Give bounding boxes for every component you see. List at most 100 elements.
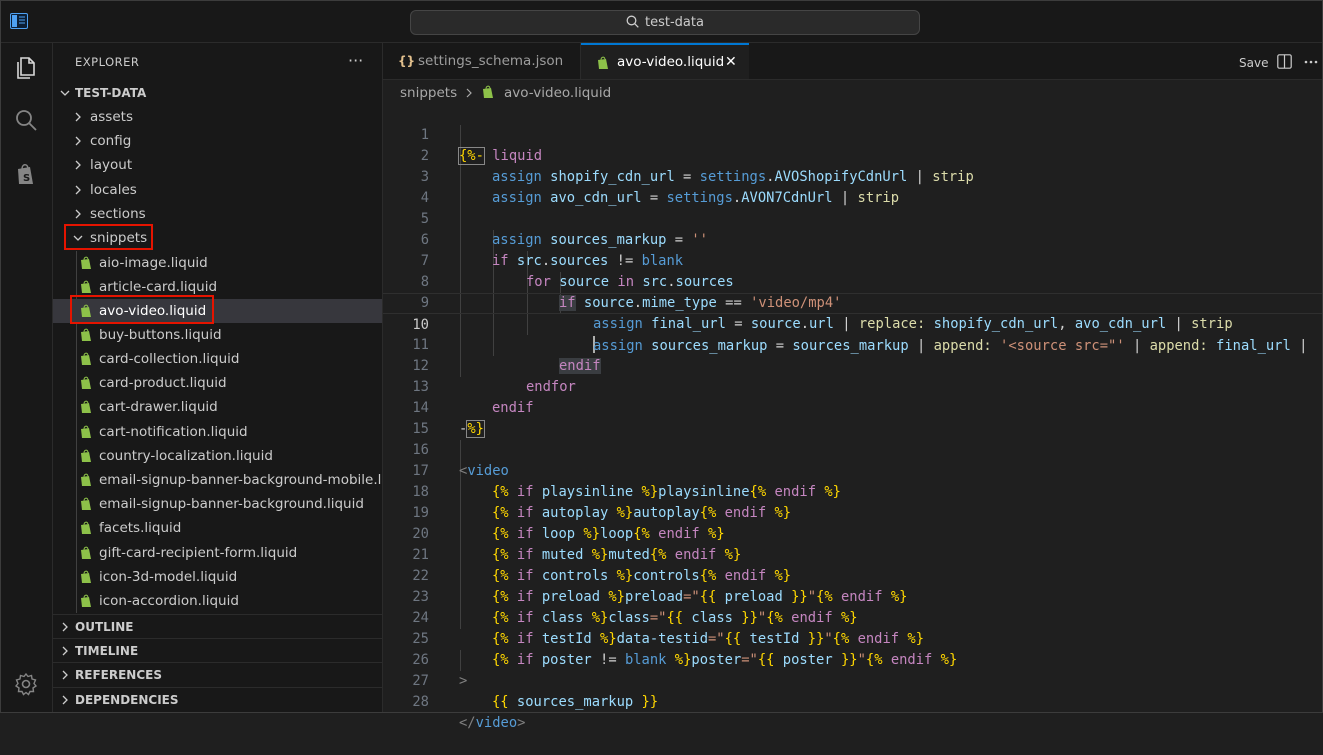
shopify-liquid-file-icon [81,521,91,534]
line-number: 28 [412,694,429,710]
tree-folder-assets[interactable]: assets [53,105,382,129]
tree-file[interactable]: icon-3d-model.liquid [53,565,382,589]
folder-label: sections [90,206,146,222]
section-dependencies[interactable]: DEPENDENCIES [53,687,382,711]
chevron-right-icon [62,695,68,705]
search-text: test-data [645,15,704,30]
root-folder-label: TEST-DATA [75,86,147,100]
tree-file[interactable]: cart-notification.liquid [53,420,382,444]
tree-folder-locales[interactable]: locales [53,178,382,202]
file-label: gift-card-recipient-form.liquid [99,545,298,561]
close-icon[interactable]: ✕ [725,45,737,79]
svg-text:S: S [23,173,30,184]
section-outline[interactable]: OUTLINE [53,614,382,638]
code-line: 7 for source in src.sources [383,230,1323,290]
folder-label: config [90,133,132,149]
breadcrumb-file[interactable]: avo-video.liquid [504,85,611,101]
tree-folder-layout[interactable]: layout [53,153,382,177]
editor-tabs: {} settings_schema.json avo-video.liquid… [383,43,1323,80]
shopify-liquid-file-icon [598,56,608,69]
code-line: 3 assign avo_cdn_url = settings.AVON7Cdn… [383,146,1323,206]
code-line: 20 {% if muted %}muted{% endif %} [383,503,1323,563]
code-line: 19 {% if loop %}loop{% endif %} [383,482,1323,542]
code-line-current: 10 assign sources_markup = sources_marku… [383,293,1323,354]
code-line: 2 assign shopify_cdn_url = settings.AVOS… [383,125,1323,185]
section-references[interactable]: REFERENCES [53,662,382,686]
shopify-liquid-file-icon [482,85,493,98]
tree-file[interactable]: buy-buttons.liquid [53,323,382,347]
code-line: 27 {{ sources_markup }} [383,650,1323,710]
tab-settings-schema[interactable]: {} settings_schema.json [383,43,581,79]
folder-label: locales [90,182,137,198]
shopify-icon[interactable]: S [13,161,39,187]
search-icon [626,15,639,28]
section-timeline[interactable]: TIMELINE [53,638,382,662]
shopify-liquid-file-icon [81,328,91,341]
tree-root-test-data[interactable]: TEST-DATA [53,81,382,105]
file-label: facets.liquid [99,520,182,536]
file-label: buy-buttons.liquid [99,327,222,343]
chevron-right-icon [62,622,68,632]
file-label: cart-drawer.liquid [99,399,218,415]
code-line: 24 {% if testId %}data-testid="{{ testId… [383,587,1323,647]
more-actions-icon[interactable] [1304,60,1318,64]
code-line: 26 > [383,629,1323,689]
file-label: icon-accordion.liquid [99,593,239,609]
file-label: card-collection.liquid [99,351,240,367]
code-line: 17 {% if playsinline %}playsinline{% end… [383,440,1323,500]
tab-label: settings_schema.json [418,53,564,69]
settings-gear-icon[interactable] [13,671,39,697]
chevron-right-icon [75,185,81,195]
chevron-down-icon [60,90,70,96]
section-label: DEPENDENCIES [75,693,179,707]
tree-folder-sections[interactable]: sections [53,202,382,226]
code-line: 25 {% if poster != blank %}poster="{{ po… [383,608,1323,668]
breadcrumb-folder[interactable]: snippets [400,85,457,101]
explorer-more-actions-icon[interactable]: ··· [348,51,363,70]
section-label: TIMELINE [75,644,139,658]
code-line: 14 -%} [383,377,1323,438]
shopify-liquid-file-icon [81,449,91,462]
shopify-liquid-file-icon [81,425,91,438]
tab-label: avo-video.liquid [617,54,725,70]
shopify-liquid-file-icon [81,570,91,583]
file-label: email-signup-banner-background-mobile.l.… [99,472,382,488]
tree-file[interactable]: facets.liquid [53,516,382,540]
file-label: aio-image.liquid [99,255,208,271]
file-label: country-localization.liquid [99,448,273,464]
shopify-liquid-file-icon [81,400,91,413]
tree-file[interactable]: cart-drawer.liquid [53,395,382,419]
shopify-liquid-file-icon [81,280,91,293]
chevron-right-icon [75,209,81,219]
tree-file[interactable]: country-localization.liquid [53,444,382,468]
code-line: 15 [383,398,1323,437]
command-center-search[interactable]: test-data [410,10,920,35]
activity-bar: S [0,43,53,713]
tree-file[interactable]: card-product.liquid [53,371,382,395]
shopify-liquid-file-icon [81,546,91,559]
tree-file[interactable]: gift-card-recipient-form.liquid [53,541,382,565]
layout-sidebar-icon[interactable] [10,13,28,29]
explorer-sidebar: EXPLORER ··· TEST-DATA assets config lay… [53,43,383,713]
tree-file[interactable]: aio-image.liquid [53,251,382,275]
tree-file[interactable]: email-signup-banner-background.liquid [53,492,382,516]
chevron-right-icon [75,136,81,146]
tab-avo-video[interactable]: avo-video.liquid ✕ [581,43,749,79]
file-label: cart-notification.liquid [99,424,248,440]
chevron-right-icon [75,160,81,170]
code-line: 4 [383,167,1323,206]
tree-file[interactable]: icon-accordion.liquid [53,589,382,613]
tree-file[interactable]: email-signup-banner-background-mobile.l.… [53,468,382,492]
snippets-highlight-box [64,224,153,250]
explorer-files-icon[interactable] [13,55,39,81]
code-line: 12 endfor [383,335,1323,395]
code-editor[interactable]: 1 {%- liquid 2 assign shopify_cdn_url = … [383,104,1323,731]
tree-folder-config[interactable]: config [53,129,382,153]
search-icon[interactable] [13,107,39,133]
tree-file[interactable]: card-collection.liquid [53,347,382,371]
json-file-icon: {} [398,54,416,68]
shopify-liquid-file-icon [81,473,91,486]
split-editor-icon[interactable] [1277,54,1292,69]
code-text: </video> [459,715,526,731]
save-button[interactable]: Save [1239,56,1268,70]
